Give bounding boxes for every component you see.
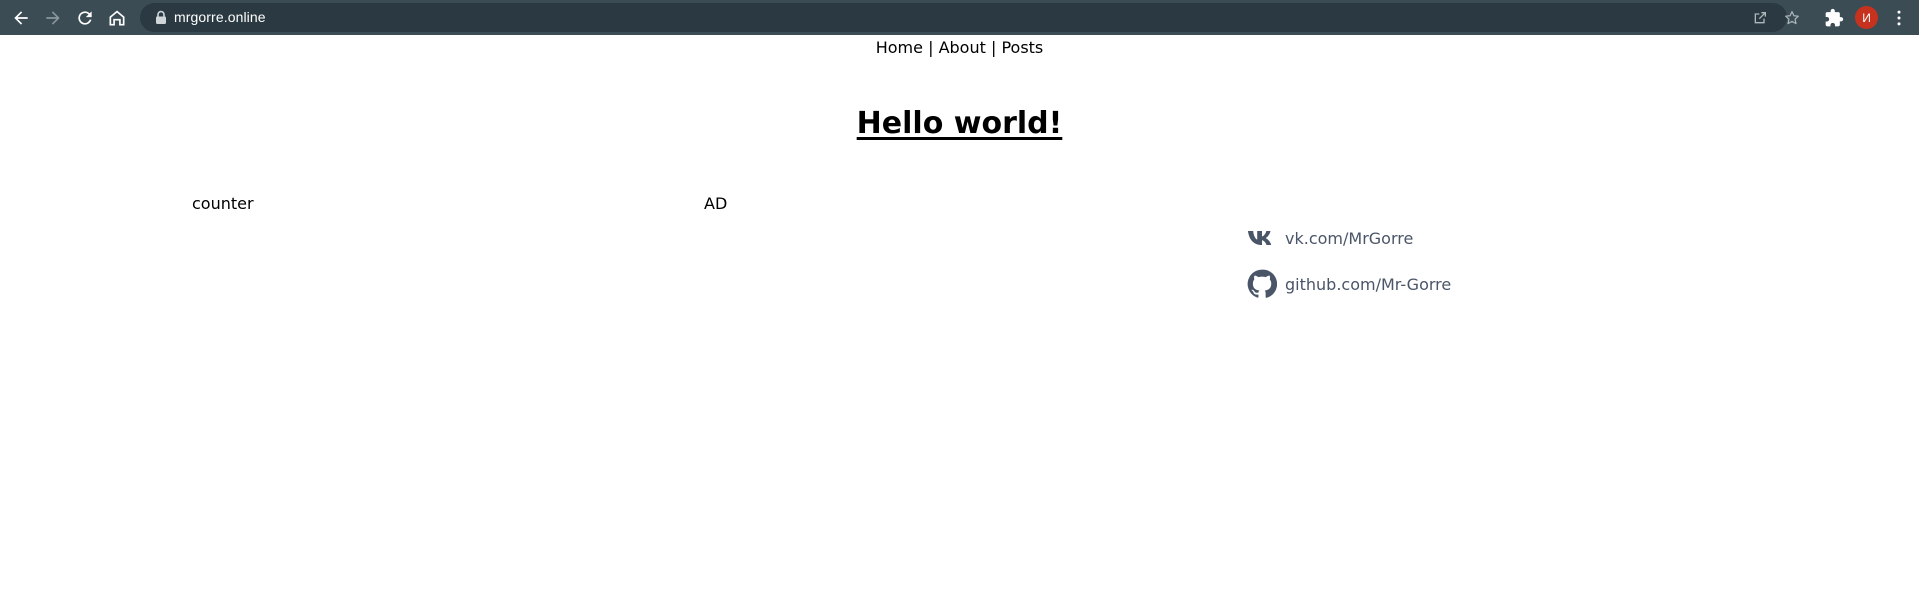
- nav-separator: |: [928, 38, 934, 57]
- nav-separator: |: [990, 38, 997, 57]
- browser-toolbar: mrgorre.online И: [0, 0, 1919, 35]
- nav-home-link[interactable]: Home: [876, 38, 923, 57]
- nav-about-link[interactable]: About: [939, 38, 986, 57]
- star-icon: [1785, 11, 1799, 25]
- social-link-vk[interactable]: vk.com/MrGorre: [1247, 223, 1413, 253]
- url-text: mrgorre.online: [174, 9, 266, 25]
- home-button[interactable]: [104, 5, 130, 31]
- share-button[interactable]: [1749, 7, 1771, 29]
- menu-icon: [1897, 10, 1901, 26]
- browser-menu-button[interactable]: [1886, 5, 1912, 31]
- vk-icon: [1247, 223, 1277, 253]
- ad-label: AD: [704, 194, 728, 213]
- github-link-text[interactable]: github.com/Mr-Gorre: [1285, 275, 1451, 294]
- extensions-icon: [1825, 8, 1844, 27]
- reload-icon: [78, 11, 92, 25]
- lock-icon: [156, 10, 166, 24]
- social-link-github[interactable]: github.com/Mr-Gorre: [1247, 269, 1451, 299]
- page-title: Hello world!: [856, 106, 1063, 141]
- back-button[interactable]: [8, 5, 34, 31]
- profile-avatar[interactable]: И: [1855, 6, 1878, 29]
- reload-button[interactable]: [72, 5, 98, 31]
- extensions-button[interactable]: [1821, 5, 1847, 31]
- forward-button[interactable]: [40, 5, 66, 31]
- forward-arrow-icon: [46, 11, 60, 25]
- vk-link-text[interactable]: vk.com/MrGorre: [1285, 229, 1413, 248]
- github-icon: [1247, 269, 1277, 299]
- home-icon: [109, 10, 125, 26]
- address-bar[interactable]: mrgorre.online: [140, 3, 1799, 32]
- back-arrow-icon: [14, 11, 28, 25]
- counter-label: counter: [192, 194, 254, 213]
- nav-posts-link[interactable]: Posts: [1001, 38, 1043, 57]
- share-icon: [1754, 12, 1766, 24]
- site-nav: Home | About | Posts: [0, 38, 1919, 57]
- bookmark-button[interactable]: [1781, 7, 1803, 29]
